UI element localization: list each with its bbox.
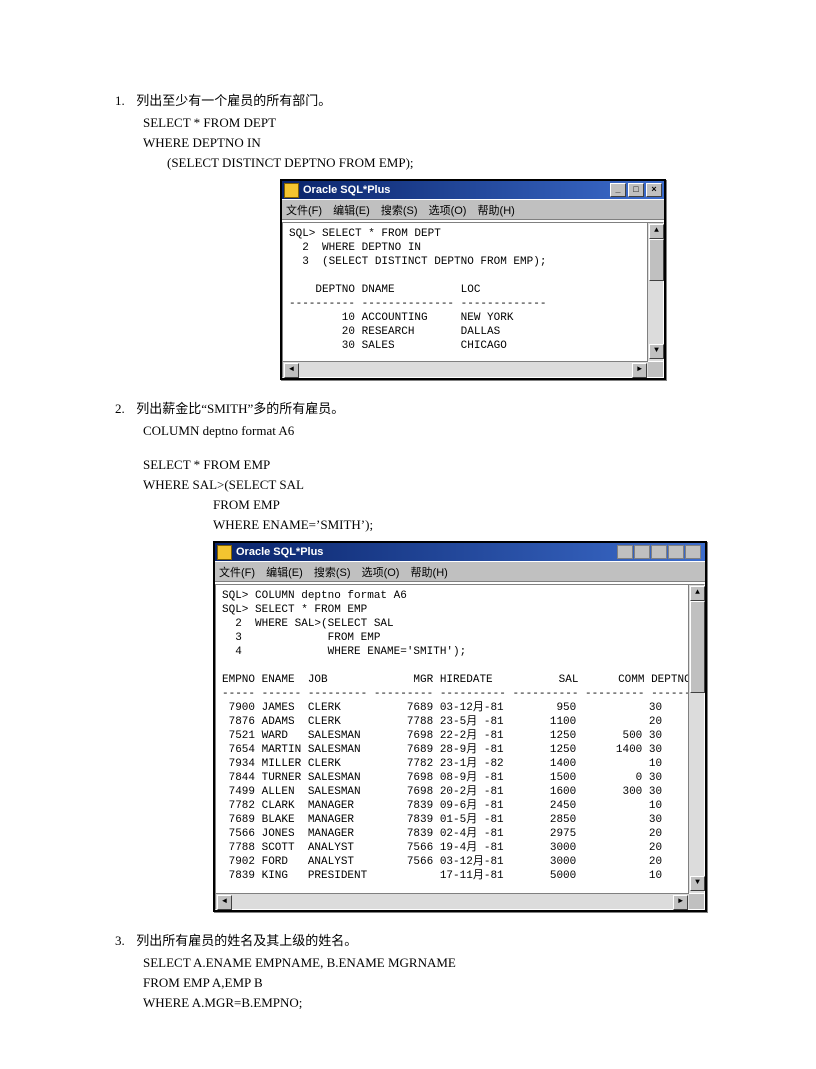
q2-title: 列出薪金比“SMITH”多的所有雇员。 [136, 401, 344, 416]
menu-file[interactable]: 文件(F) [219, 567, 255, 579]
ext-icon[interactable] [634, 545, 650, 559]
scroll-right-icon[interactable]: ► [632, 363, 647, 378]
q3-number: 3. [115, 933, 133, 949]
q2-sql-line4: FROM EMP [213, 497, 756, 513]
q2-sql-line1: COLUMN deptno format A6 [143, 423, 756, 439]
q1-sql-line3: (SELECT DISTINCT DEPTNO FROM EMP); [167, 155, 756, 171]
titlebar-2: Oracle SQL*Plus [215, 543, 705, 561]
scroll-corner [689, 894, 704, 909]
q2-sql-line3: WHERE SAL>(SELECT SAL [143, 477, 756, 493]
scroll-left-icon[interactable]: ◄ [284, 363, 299, 378]
sqlplus-window-1: Oracle SQL*Plus _ □ × 文件(F) 编辑(E) 搜索(S) … [280, 179, 666, 380]
terminal-1: SQL> SELECT * FROM DEPT 2 WHERE DEPTNO I… [282, 222, 664, 378]
window-controls-1: _ □ × [610, 183, 662, 197]
scroll-left-icon[interactable]: ◄ [217, 895, 232, 910]
terminal-2: SQL> COLUMN deptno format A6 SQL> SELECT… [215, 584, 705, 910]
question-2: 2. 列出薪金比“SMITH”多的所有雇员。 COLUMN deptno for… [115, 398, 756, 912]
sqlplus-window-2: Oracle SQL*Plus 文件(F) 编辑(E) 搜索(S) 选项(O) … [213, 541, 707, 912]
q3-sql-line2: FROM EMP A,EMP B [143, 975, 756, 991]
menu-search[interactable]: 搜索(S) [381, 205, 418, 217]
ext-toolbar-icons [617, 545, 701, 559]
scroll-right-icon[interactable]: ► [673, 895, 688, 910]
scroll-up-icon[interactable]: ▲ [690, 586, 705, 601]
scroll-down-icon[interactable]: ▼ [690, 876, 705, 891]
q1-number: 1. [115, 93, 133, 109]
menu-options[interactable]: 选项(O) [429, 205, 467, 217]
terminal-1-content: SQL> SELECT * FROM DEPT 2 WHERE DEPTNO I… [289, 227, 661, 353]
menu-help[interactable]: 帮助(H) [411, 567, 448, 579]
close-button[interactable]: × [646, 183, 662, 197]
q3-title: 列出所有雇员的姓名及其上级的姓名。 [136, 933, 357, 948]
ext-icon[interactable] [668, 545, 684, 559]
menu-edit[interactable]: 编辑(E) [333, 205, 370, 217]
q2-number: 2. [115, 401, 133, 417]
menu-file[interactable]: 文件(F) [286, 205, 322, 217]
scrollbar-v-2[interactable]: ▲ ▼ [688, 585, 704, 893]
maximize-button[interactable]: □ [628, 183, 644, 197]
scroll-up-icon[interactable]: ▲ [649, 224, 664, 239]
ext-icon[interactable] [617, 545, 633, 559]
scrollbar-v-1[interactable]: ▲ ▼ [647, 223, 663, 361]
scroll-down-icon[interactable]: ▼ [649, 344, 664, 359]
q2-title-line: 2. 列出薪金比“SMITH”多的所有雇员。 [115, 398, 756, 417]
minimize-button[interactable]: _ [610, 183, 626, 197]
titlebar-1: Oracle SQL*Plus _ □ × [282, 181, 664, 199]
q1-sql-line2: WHERE DEPTNO IN [143, 135, 756, 151]
scroll-corner [648, 362, 663, 377]
q3-sql-line1: SELECT A.ENAME EMPNAME, B.ENAME MGRNAME [143, 955, 756, 971]
q3-sql-line3: WHERE A.MGR=B.EMPNO; [143, 995, 756, 1011]
ext-icon[interactable] [685, 545, 701, 559]
scroll-thumb-v[interactable] [649, 239, 664, 281]
question-1: 1. 列出至少有一个雇员的所有部门。 SELECT * FROM DEPT WH… [115, 90, 756, 380]
q3-title-line: 3. 列出所有雇员的姓名及其上级的姓名。 [115, 930, 756, 949]
ext-icon[interactable] [651, 545, 667, 559]
app-icon [284, 183, 299, 198]
q1-sql-line1: SELECT * FROM DEPT [143, 115, 756, 131]
menubar-1: 文件(F) 编辑(E) 搜索(S) 选项(O) 帮助(H) [282, 199, 664, 222]
q2-sql-line5: WHERE ENAME=’SMITH’); [213, 517, 756, 533]
menu-search[interactable]: 搜索(S) [314, 567, 351, 579]
terminal-2-content: SQL> COLUMN deptno format A6 SQL> SELECT… [222, 589, 702, 909]
window-title-1: Oracle SQL*Plus [303, 184, 610, 196]
menubar-2: 文件(F) 编辑(E) 搜索(S) 选项(O) 帮助(H) [215, 561, 705, 584]
window-title-2: Oracle SQL*Plus [236, 546, 617, 558]
menu-edit[interactable]: 编辑(E) [266, 567, 303, 579]
q1-title-line: 1. 列出至少有一个雇员的所有部门。 [115, 90, 756, 109]
q1-title: 列出至少有一个雇员的所有部门。 [136, 93, 331, 108]
scroll-thumb-v[interactable] [690, 601, 705, 693]
scrollbar-h-1[interactable]: ◄ ► [283, 361, 648, 377]
q2-sql-line2: SELECT * FROM EMP [143, 457, 756, 473]
question-3: 3. 列出所有雇员的姓名及其上级的姓名。 SELECT A.ENAME EMPN… [115, 930, 756, 1011]
menu-help[interactable]: 帮助(H) [478, 205, 515, 217]
menu-options[interactable]: 选项(O) [362, 567, 400, 579]
scrollbar-h-2[interactable]: ◄ ► [216, 893, 689, 909]
app-icon [217, 545, 232, 560]
